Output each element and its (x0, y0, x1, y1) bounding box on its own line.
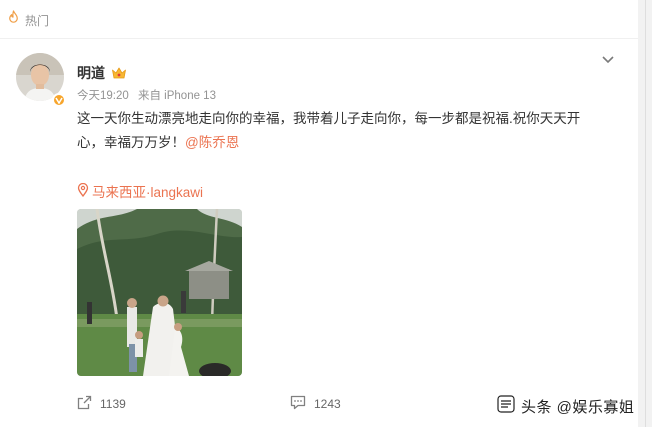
verified-badge-icon (52, 93, 66, 107)
comment-count: 1243 (314, 397, 341, 411)
watermark: 头条 @娱乐寡姐 (497, 395, 634, 417)
post-text-line2-prefix: 心，幸福万万岁！ (77, 135, 185, 150)
post-meta: 今天19:20 来自 iPhone 13 (77, 87, 216, 103)
location-link[interactable]: 马来西亚·langkawi (77, 181, 203, 201)
author-name[interactable]: 明道 (77, 63, 105, 83)
crown-badge-icon[interactable] (111, 66, 127, 80)
post-text-line2: 心，幸福万万岁！@陈乔恩 (77, 131, 597, 155)
right-gutter (638, 0, 652, 427)
post-source: 来自 iPhone 13 (137, 90, 216, 102)
post-photo[interactable] (77, 209, 242, 376)
hot-label: 热门 (25, 13, 50, 28)
share-button[interactable]: 1139 (77, 395, 126, 413)
comment-icon (290, 395, 306, 413)
post-text: 这一天你生动漂亮地走向你的幸福，我带着儿子走向你，每一步都是祝福.祝你天天开 心… (77, 107, 597, 155)
share-icon (77, 395, 92, 413)
share-count: 1139 (100, 397, 126, 411)
chevron-down-icon[interactable] (601, 52, 615, 70)
author-row: 明道 (77, 63, 127, 83)
location-pin-icon (77, 182, 89, 200)
weibo-post-card: 热门 明道 今天19:20 来自 iPhone 13 这一天你生动漂亮地走向你的… (0, 0, 638, 427)
mention-link[interactable]: @陈乔恩 (185, 135, 239, 150)
post-time[interactable]: 今天19:20 (77, 90, 129, 102)
comment-button[interactable]: 1243 (290, 395, 341, 413)
gutter-line (645, 0, 646, 427)
location-text: 马来西亚·langkawi (92, 185, 204, 200)
fire-icon (6, 10, 21, 30)
header-divider (0, 38, 638, 39)
hot-section-header: 热门 (6, 10, 49, 30)
toutiao-logo-icon (497, 395, 515, 417)
watermark-text: 头条 @娱乐寡姐 (521, 398, 635, 416)
post-text-line1: 这一天你生动漂亮地走向你的幸福，我带着儿子走向你，每一步都是祝福.祝你天天开 (77, 111, 581, 126)
